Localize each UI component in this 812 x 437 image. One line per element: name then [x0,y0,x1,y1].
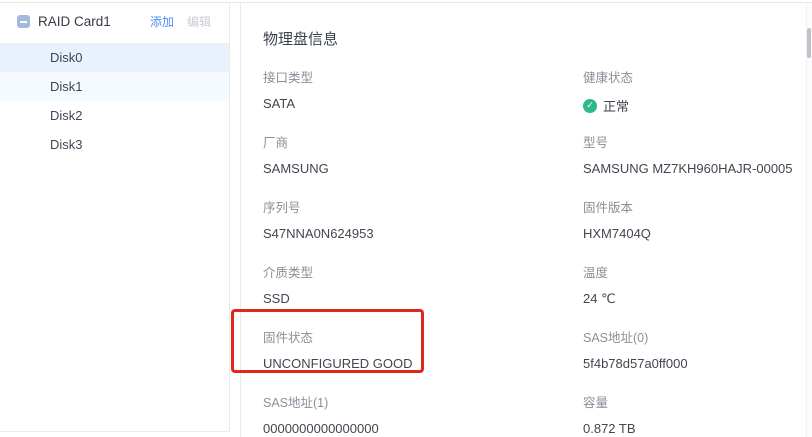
sidebar-item-disk0[interactable]: Disk0 [0,43,229,72]
field-sas-address-0: SAS地址(0) 5f4b78d57a0ff000 [583,324,812,389]
field-vendor: 厂商 SAMSUNG [263,129,583,194]
field-health-status: 健康状态 正常 [583,64,812,129]
field-model: 型号 SAMSUNG MZ7KH960HAJR-00005 [583,129,812,194]
collapse-minus-icon[interactable] [17,15,30,28]
page-title: 物理盘信息 [263,28,812,49]
device-tree-sidebar: RAID Card1 添加 编辑 Disk0 Disk1 Disk2 Disk3 [0,3,230,432]
field-capacity: 容量 0.872 TB [583,389,812,437]
scrollbar-track [806,3,812,437]
field-media-type: 介质类型 SSD [263,259,583,324]
physical-disk-info-panel: 物理盘信息 接口类型 SATA 健康状态 正常 厂商 SAMSUNG 型号 SA… [240,3,812,437]
field-firmware-state: 固件状态 UNCONFIGURED GOOD [263,324,583,389]
sidebar-item-disk3[interactable]: Disk3 [0,130,229,159]
sidebar-item-disk1[interactable]: Disk1 [0,72,229,101]
health-status-text: 正常 [603,96,629,115]
field-sas-address-1: SAS地址(1) 0000000000000000 [263,389,583,437]
field-firmware-version: 固件版本 HXM7404Q [583,194,812,259]
field-serial-number: 序列号 S47NNA0N624953 [263,194,583,259]
disk-info-fields: 接口类型 SATA 健康状态 正常 厂商 SAMSUNG 型号 SAMSUNG … [263,64,812,437]
field-temperature: 温度 24 ℃ [583,259,812,324]
sidebar-item-disk2[interactable]: Disk2 [0,101,229,130]
edit-link[interactable]: 编辑 [187,13,211,30]
tree-node-label: RAID Card1 [38,14,150,29]
field-interface-type: 接口类型 SATA [263,64,583,129]
scrollbar-thumb[interactable] [807,28,811,58]
disk-list: Disk0 Disk1 Disk2 Disk3 [0,43,229,159]
add-link[interactable]: 添加 [150,13,174,30]
tree-node-raid-card[interactable]: RAID Card1 添加 编辑 [0,3,229,40]
check-circle-icon [583,99,597,113]
